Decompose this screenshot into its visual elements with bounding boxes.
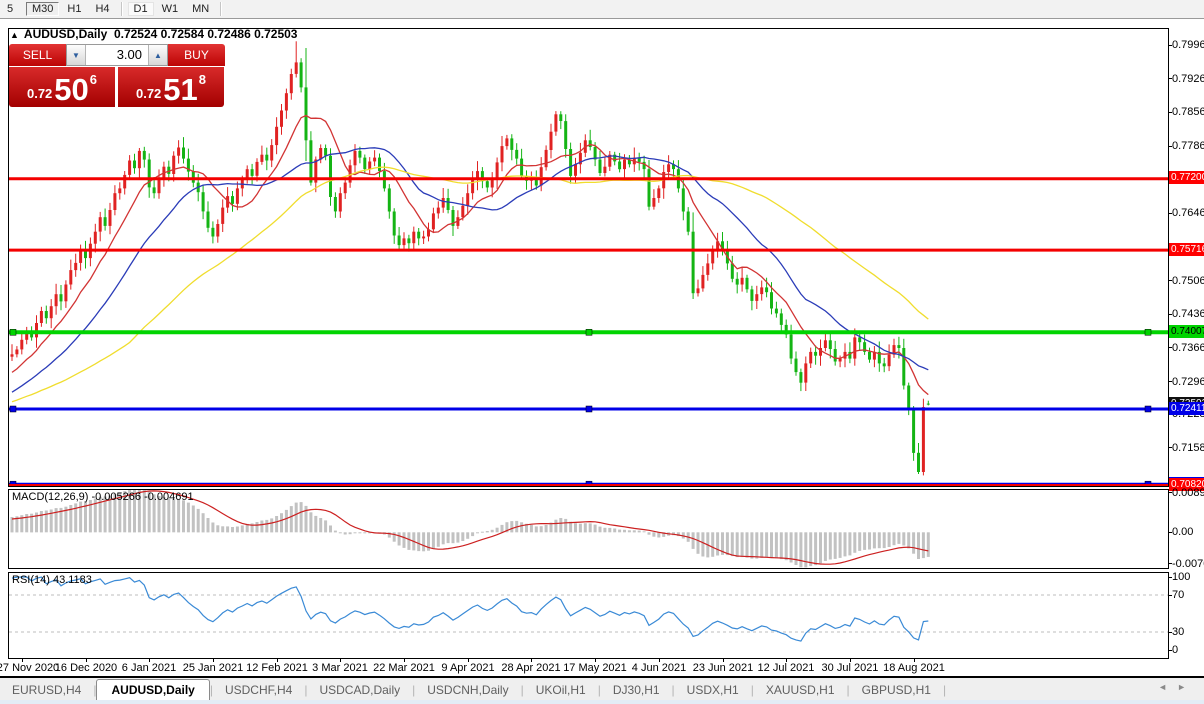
chart-ohlc-values: 0.72524 0.72584 0.72486 0.72503: [113, 27, 298, 41]
timeframe-button-m30[interactable]: M30: [26, 2, 60, 16]
chevron-down-icon: ▼: [72, 50, 80, 60]
chart-tab-xauusd-h1[interactable]: XAUUSD,H1: [754, 680, 847, 700]
price-tick-label: 0.76460: [1172, 207, 1204, 220]
timeframe-toolbar: 5 M30 H1 H4 D1 W1 MN: [0, 0, 1204, 19]
timeframe-button-mn[interactable]: MN: [186, 2, 215, 16]
timeframe-button-w1[interactable]: W1: [156, 2, 185, 16]
date-tick-label: 18 Aug 2021: [883, 662, 945, 674]
toolbar-separator: [220, 2, 223, 16]
buy-price-button[interactable]: 0.72 51 8: [118, 67, 224, 107]
chart-tab-bar: EURUSD,H4 | AUDUSD,Daily | USDCHF,H4 | USDCAD,…: [0, 678, 1204, 700]
buy-price-big: 51: [163, 72, 198, 107]
price-badge: 0.72411: [1169, 401, 1204, 415]
price-tick-label: 0.78560: [1172, 106, 1204, 119]
price-tick-label: 0.79960: [1172, 39, 1204, 52]
macd-scale-label: 0.00890: [1172, 486, 1204, 499]
timeframe-button-h4[interactable]: H4: [89, 2, 115, 16]
chart-tab-usdcad-daily[interactable]: USDCAD,Daily: [307, 680, 412, 700]
sell-button[interactable]: SELL: [9, 44, 66, 66]
window-bottom-strip: [0, 700, 1204, 704]
timeframe-button-5[interactable]: 5: [1, 2, 22, 16]
volume-decrease-button[interactable]: ▼: [67, 45, 86, 65]
sell-price-big: 50: [54, 72, 89, 107]
price-tick-label: 0.79260: [1172, 72, 1204, 85]
price-tick-label: 0.74360: [1172, 308, 1204, 321]
buy-price-sup: 8: [198, 72, 207, 87]
chart-tab-eurusd-h4[interactable]: EURUSD,H4: [0, 680, 93, 700]
tab-scroll-arrows: ◄►: [1158, 682, 1196, 692]
tab-scroll-right-icon[interactable]: ►: [1177, 682, 1196, 692]
rsi-scale-label: 70: [1172, 589, 1185, 601]
price-tick-label: 0.72960: [1172, 375, 1204, 388]
volume-input[interactable]: 3.00: [86, 45, 148, 65]
price-tick-label: 0.71580: [1172, 441, 1204, 454]
one-click-trading-panel: SELL ▼ 3.00 ▲ BUY 0.72 50 6 0.72 51 8: [9, 44, 225, 107]
chart-title: ▲ AUDUSD,Daily 0.72524 0.72584 0.72486 0.…: [10, 27, 297, 41]
rsi-pane[interactable]: [8, 572, 1169, 659]
price-badge: 0.75716: [1169, 242, 1204, 256]
sell-price-sup: 6: [89, 72, 98, 87]
chart-tab-dj30-h1[interactable]: DJ30,H1: [601, 680, 672, 700]
rsi-scale-label: 100: [1172, 571, 1191, 583]
sell-price-button[interactable]: 0.72 50 6: [9, 67, 115, 107]
terminal-window: 5 M30 H1 H4 D1 W1 MN ▲ AUDUSD,Daily 0.72524 0.7…: [0, 0, 1204, 704]
chart-symbol-label: AUDUSD,Daily: [23, 27, 108, 41]
chart-tab-usdcnh-daily[interactable]: USDCNH,Daily: [415, 680, 520, 700]
volume-spinner: ▼ 3.00 ▲: [66, 44, 168, 66]
chevron-up-icon: ▲: [154, 50, 162, 60]
chart-tab-audusd-daily[interactable]: AUDUSD,Daily: [96, 679, 210, 700]
macd-scale-label: -0.00701: [1172, 557, 1204, 570]
chart-tab-usdchf-h4[interactable]: USDCHF,H4: [213, 680, 304, 700]
tab-scroll-left-icon[interactable]: ◄: [1158, 682, 1177, 692]
chart-tab-usdx-h1[interactable]: USDX,H1: [675, 680, 751, 700]
macd-scale-label: 0.00: [1172, 526, 1194, 539]
chart-tab-ukoil-h1[interactable]: UKOil,H1: [524, 680, 598, 700]
volume-increase-button[interactable]: ▲: [148, 45, 167, 65]
timeframe-button-d1[interactable]: D1: [127, 2, 154, 16]
price-tick-label: 0.75060: [1172, 274, 1204, 287]
buy-button[interactable]: BUY: [168, 44, 225, 66]
tab-separator: |: [942, 683, 947, 697]
rsi-scale-label: 0: [1172, 644, 1179, 656]
price-badge: 0.74007: [1169, 324, 1204, 338]
collapse-panel-icon[interactable]: ▲: [10, 30, 19, 40]
timeframe-button-h1[interactable]: H1: [61, 2, 87, 16]
macd-indicator-label: MACD(12,26,9) -0.005266 -0.004691: [12, 491, 194, 503]
price-tick-label: 0.73660: [1172, 341, 1204, 354]
toolbar-separator: [120, 2, 123, 16]
price-tick-label: 0.77860: [1172, 140, 1204, 153]
sell-price-small: 0.72: [26, 86, 53, 101]
chart-tab-gbpusd-h1[interactable]: GBPUSD,H1: [850, 680, 943, 700]
price-badge: 0.77200: [1169, 171, 1204, 185]
rsi-indicator-label: RSI(14) 43.1183: [12, 574, 92, 586]
buy-price-small: 0.72: [135, 86, 162, 101]
rsi-scale-label: 30: [1172, 626, 1185, 638]
